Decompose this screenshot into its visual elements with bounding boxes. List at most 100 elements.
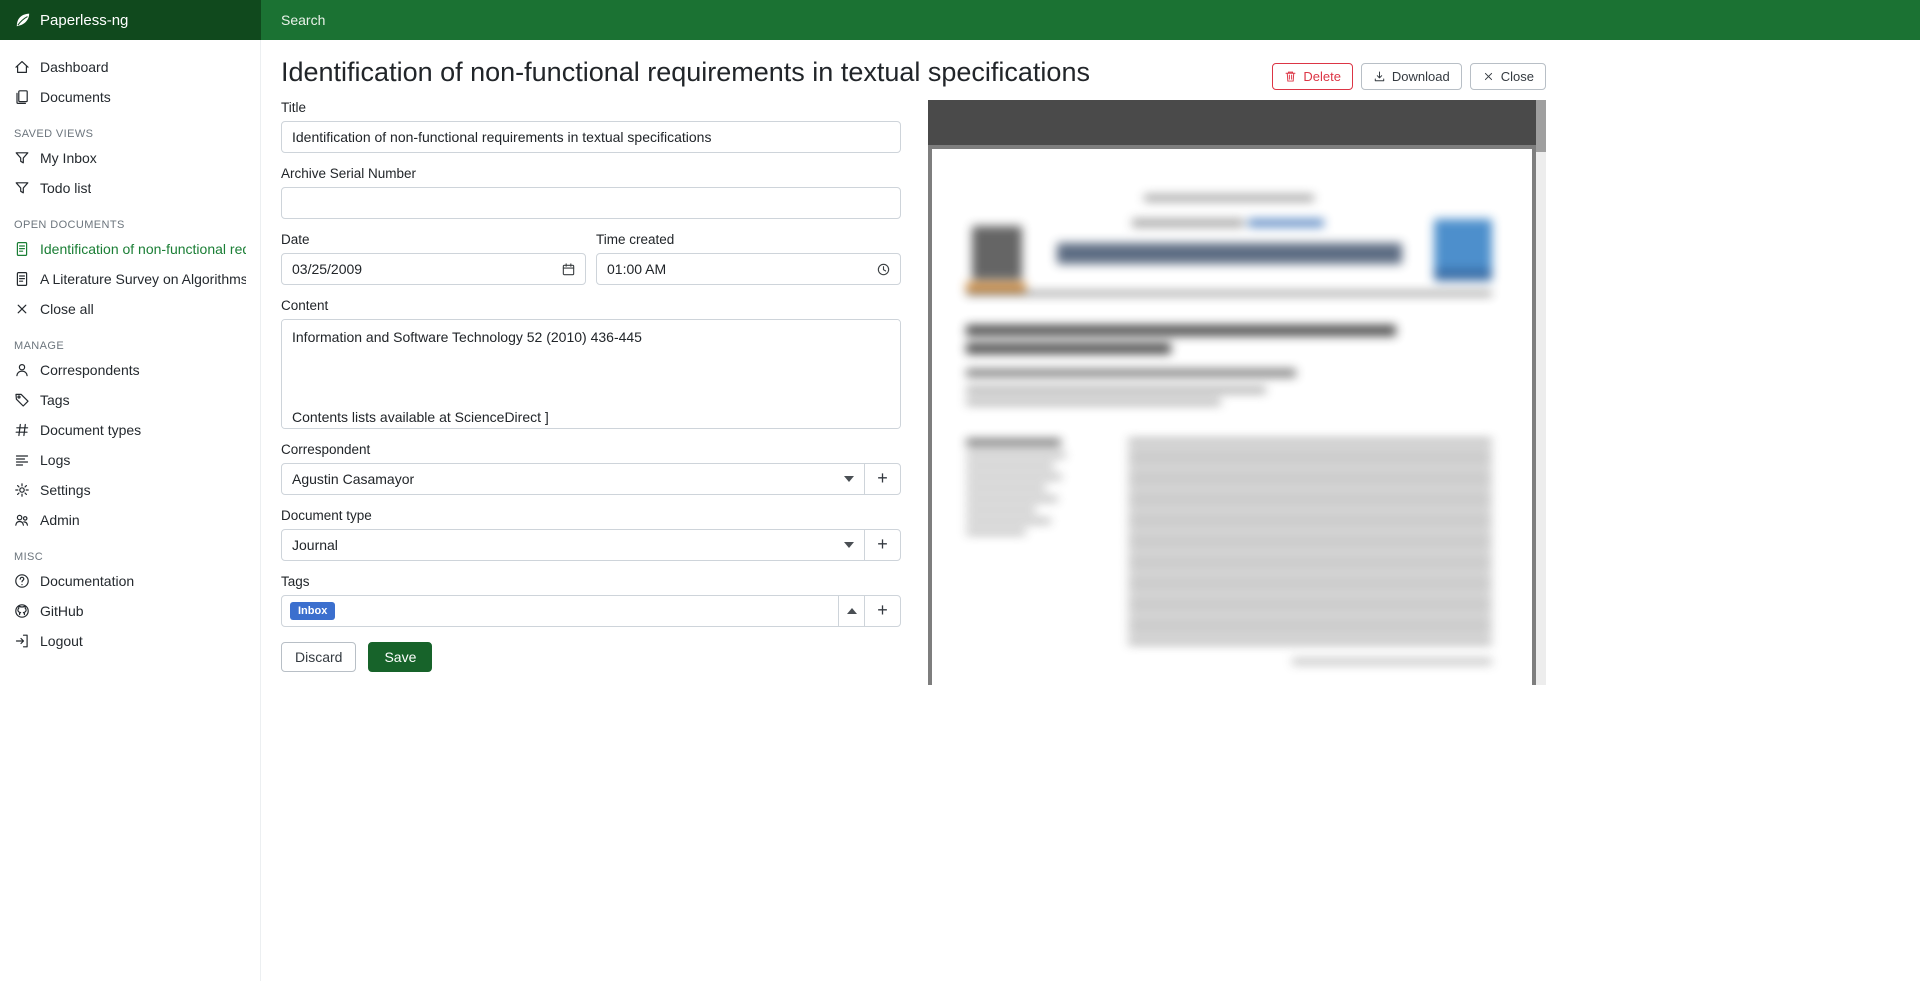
hash-icon bbox=[14, 422, 30, 438]
trash-icon bbox=[1284, 70, 1297, 83]
gear-icon bbox=[14, 482, 30, 498]
sidebar-item-my-inbox[interactable]: My Inbox bbox=[0, 143, 260, 173]
blur-shape bbox=[966, 292, 1492, 295]
blur-shape bbox=[966, 343, 1171, 354]
preview-scrollbar-thumb[interactable] bbox=[1536, 100, 1546, 152]
blur-shape bbox=[1128, 565, 1492, 570]
blur-shape bbox=[966, 464, 1054, 468]
blur-shape bbox=[1132, 219, 1244, 227]
archive-serial-number-input[interactable] bbox=[281, 187, 901, 219]
date-input[interactable]: 03/25/2009 bbox=[281, 253, 586, 285]
blur-shape bbox=[1128, 607, 1492, 612]
blur-shape bbox=[966, 282, 1026, 292]
caret-up-icon bbox=[847, 608, 857, 614]
caret-down-icon bbox=[844, 476, 854, 482]
discard-button[interactable]: Discard bbox=[281, 642, 356, 672]
blur-shape bbox=[1057, 243, 1402, 264]
sidebar-item-open-doc-2[interactable]: A Literature Survey on Algorithms for Mu… bbox=[0, 264, 260, 294]
document-preview-pane bbox=[928, 100, 1546, 685]
sidebar-item-logs[interactable]: Logs bbox=[0, 445, 260, 475]
pdf-viewport[interactable] bbox=[928, 145, 1536, 685]
close-button[interactable]: Close bbox=[1470, 63, 1546, 90]
document-type-label: Document type bbox=[281, 508, 901, 523]
sidebar-item-document-types[interactable]: Document types bbox=[0, 415, 260, 445]
blur-shape bbox=[1128, 471, 1492, 476]
house-icon bbox=[14, 59, 30, 75]
sidebar-item-admin[interactable]: Admin bbox=[0, 505, 260, 535]
document-actions: Delete Download Close bbox=[1272, 63, 1546, 90]
misc-header: MISC bbox=[0, 548, 260, 566]
brand-name: Paperless-ng bbox=[40, 12, 128, 29]
blur-shape bbox=[1128, 597, 1492, 602]
brand-link[interactable]: Paperless-ng bbox=[0, 0, 261, 40]
correspondent-select[interactable]: Agustin Casamayor bbox=[281, 463, 865, 495]
download-icon bbox=[1373, 70, 1386, 83]
correspondent-label: Correspondent bbox=[281, 442, 901, 457]
close-icon bbox=[1482, 70, 1495, 83]
open-documents-header: OPEN DOCUMENTS bbox=[0, 216, 260, 234]
manage-header: MANAGE bbox=[0, 337, 260, 355]
pdf-page-content-blurred bbox=[932, 149, 1532, 685]
blur-shape bbox=[966, 387, 1266, 393]
time-created-input[interactable]: 01:00 AM bbox=[596, 253, 901, 285]
saved-views-header: SAVED VIEWS bbox=[0, 125, 260, 143]
blur-shape bbox=[1128, 439, 1492, 444]
sidebar-item-close-all[interactable]: Close all bbox=[0, 294, 260, 324]
sidebar-item-dashboard[interactable]: Dashboard bbox=[0, 52, 260, 82]
add-tag-button[interactable]: + bbox=[864, 595, 901, 627]
pdf-toolbar[interactable] bbox=[928, 100, 1536, 145]
title-input[interactable] bbox=[281, 121, 901, 153]
search-input[interactable] bbox=[261, 0, 961, 40]
tags-label: Tags bbox=[281, 574, 901, 589]
blur-shape bbox=[1128, 544, 1492, 549]
blur-shape bbox=[1128, 513, 1492, 518]
add-correspondent-button[interactable]: + bbox=[864, 463, 901, 495]
blur-shape bbox=[1128, 502, 1492, 507]
tag-badge-inbox[interactable]: Inbox bbox=[290, 602, 335, 620]
blur-shape bbox=[972, 226, 1022, 280]
sidebar-item-tags[interactable]: Tags bbox=[0, 385, 260, 415]
save-button[interactable]: Save bbox=[368, 642, 432, 672]
tags-dropdown-button[interactable] bbox=[838, 595, 865, 627]
funnel-icon bbox=[14, 150, 30, 166]
sidebar-item-correspondents[interactable]: Correspondents bbox=[0, 355, 260, 385]
sidebar-item-open-doc-1[interactable]: Identification of non-functional require… bbox=[0, 234, 260, 264]
main-content: Identification of non-functional require… bbox=[261, 40, 1546, 981]
blur-shape bbox=[1128, 492, 1492, 497]
document-type-select[interactable]: Journal bbox=[281, 529, 865, 561]
x-icon bbox=[14, 301, 30, 317]
sidebar-item-github[interactable]: GitHub bbox=[0, 596, 260, 626]
sidebar-item-settings[interactable]: Settings bbox=[0, 475, 260, 505]
download-button[interactable]: Download bbox=[1361, 63, 1462, 90]
content-textarea[interactable]: Information and Software Technology 52 (… bbox=[281, 319, 901, 429]
blur-shape bbox=[1128, 450, 1492, 455]
sidebar-item-todo-list[interactable]: Todo list bbox=[0, 173, 260, 203]
sidebar-item-documents[interactable]: Documents bbox=[0, 82, 260, 112]
date-label: Date bbox=[281, 232, 586, 247]
clock-icon[interactable] bbox=[876, 262, 891, 277]
blur-shape bbox=[966, 453, 1066, 457]
preview-scrollbar-track[interactable] bbox=[1536, 100, 1546, 685]
door-logout-icon bbox=[14, 633, 30, 649]
calendar-icon[interactable] bbox=[561, 262, 576, 277]
blur-shape bbox=[1128, 639, 1492, 644]
file-text-icon bbox=[14, 241, 30, 257]
tag-icon bbox=[14, 392, 30, 408]
blur-shape bbox=[1128, 523, 1492, 528]
blur-shape bbox=[966, 519, 1051, 523]
delete-button[interactable]: Delete bbox=[1272, 63, 1353, 90]
tags-input[interactable]: Inbox bbox=[281, 595, 839, 627]
blur-shape bbox=[1434, 269, 1492, 281]
sidebar-item-documentation[interactable]: Documentation bbox=[0, 566, 260, 596]
blur-shape bbox=[1128, 628, 1492, 633]
add-document-type-button[interactable]: + bbox=[864, 529, 901, 561]
blur-shape bbox=[966, 530, 1026, 534]
sidebar-item-logout[interactable]: Logout bbox=[0, 626, 260, 656]
blur-shape bbox=[966, 369, 1296, 377]
question-circle-icon bbox=[14, 573, 30, 589]
pdf-page bbox=[932, 149, 1532, 685]
blur-shape bbox=[966, 486, 1046, 490]
file-text-icon bbox=[14, 271, 30, 287]
asn-label: Archive Serial Number bbox=[281, 166, 901, 181]
page-title: Identification of non-functional require… bbox=[281, 56, 1090, 88]
